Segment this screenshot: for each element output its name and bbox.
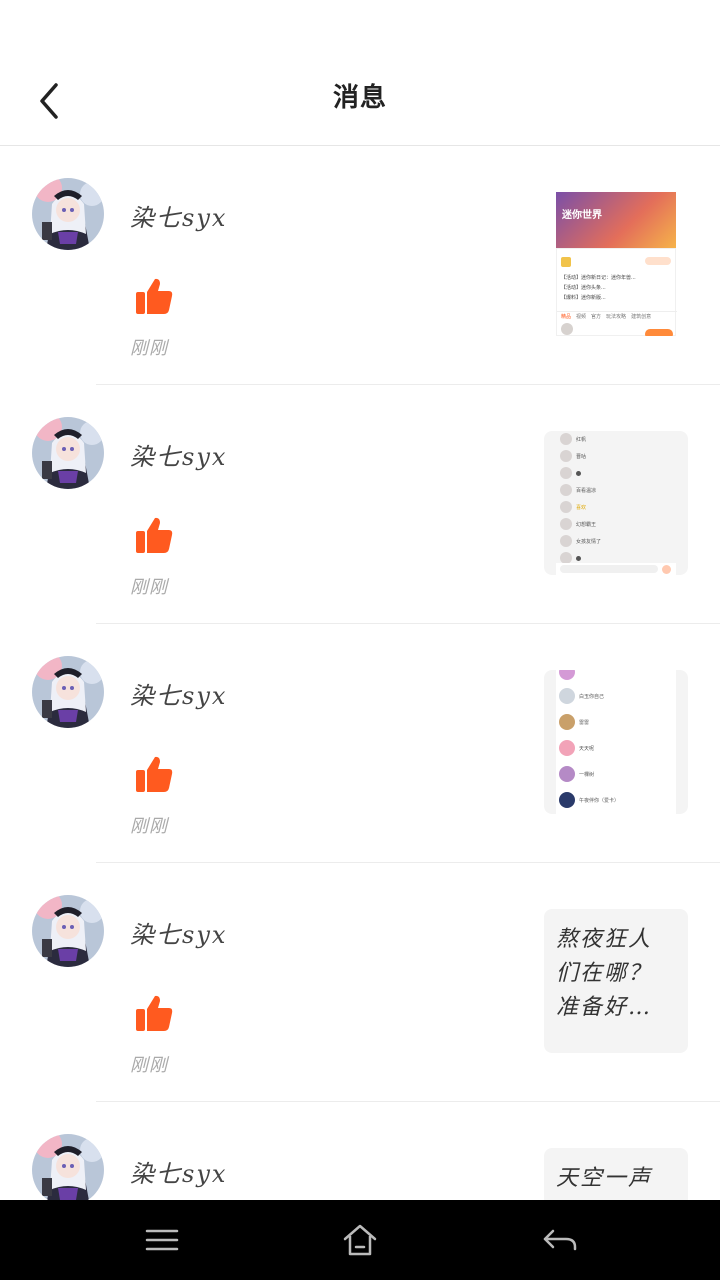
home-button[interactable] xyxy=(340,1220,380,1260)
thumb-banner: 迷你世界 xyxy=(556,192,676,248)
timestamp: 刚刚 xyxy=(130,577,168,598)
username: 染七syx xyxy=(130,1160,228,1188)
list-item[interactable]: 染七syx 刚刚 熬夜狂人 们在哪？ 准备好… xyxy=(0,863,720,1102)
menu-button[interactable] xyxy=(142,1220,182,1260)
thumb-text: 天空一声 xyxy=(556,1166,653,1191)
menu-icon xyxy=(145,1229,179,1251)
username: 染七syx xyxy=(130,682,228,710)
home-icon xyxy=(343,1224,377,1256)
list-item[interactable]: 染七syx 天空一声 xyxy=(0,1102,720,1200)
header: 消息 xyxy=(0,56,720,146)
avatar[interactable] xyxy=(32,656,104,728)
avatar[interactable] xyxy=(32,417,104,489)
username: 染七syx xyxy=(130,921,228,949)
thumbs-up-icon xyxy=(136,756,173,792)
timestamp: 刚刚 xyxy=(130,338,168,359)
status-bar xyxy=(0,0,720,56)
thumbs-up-icon xyxy=(136,278,173,314)
message-list: 染七syx 刚刚 迷你世界 【活动】迷你新日记：迷你年兽... 【活动】迷你头条… xyxy=(0,146,720,1200)
page-title: 消息 xyxy=(332,83,387,113)
timestamp: 刚刚 xyxy=(130,816,168,837)
post-thumbnail[interactable]: 熬夜狂人 们在哪？ 准备好… xyxy=(544,909,688,1053)
post-thumbnail[interactable]: 天空一声 xyxy=(544,1148,688,1200)
avatar[interactable] xyxy=(32,1134,104,1200)
thumbs-up-icon xyxy=(136,995,173,1031)
post-thumbnail[interactable]: 白玉你自己 雷雷 天天呢 一棵树 午夜伴你（爱卡） xyxy=(544,670,688,814)
list-item[interactable]: 染七syx 刚刚 红帆 晋咕 百看温凉 喜欢 幻想霸王 女孩友情了 xyxy=(0,385,720,624)
timestamp: 刚刚 xyxy=(130,1055,168,1076)
list-item[interactable]: 染七syx 刚刚 迷你世界 【活动】迷你新日记：迷你年兽... 【活动】迷你头条… xyxy=(0,146,720,385)
thumb-banner-title: 迷你世界 xyxy=(562,210,602,221)
thumb-text: 熬夜狂人 们在哪？ 准备好… xyxy=(556,927,653,1020)
avatar[interactable] xyxy=(32,895,104,967)
post-thumbnail[interactable]: 迷你世界 【活动】迷你新日记：迷你年兽... 【活动】迷你头条... 【爆料】迷… xyxy=(544,192,688,336)
list-item[interactable]: 染七syx 刚刚 白玉你自己 雷雷 天天呢 一棵树 午夜伴你（爱卡） xyxy=(0,624,720,863)
thumbs-up-icon xyxy=(136,517,173,553)
return-icon xyxy=(543,1229,577,1251)
username: 染七syx xyxy=(130,443,228,471)
nav-back-button[interactable] xyxy=(540,1220,580,1260)
system-navigation-bar xyxy=(0,1200,720,1280)
post-thumbnail[interactable]: 红帆 晋咕 百看温凉 喜欢 幻想霸王 女孩友情了 xyxy=(544,431,688,575)
avatar[interactable] xyxy=(32,178,104,250)
username: 染七syx xyxy=(130,204,228,232)
